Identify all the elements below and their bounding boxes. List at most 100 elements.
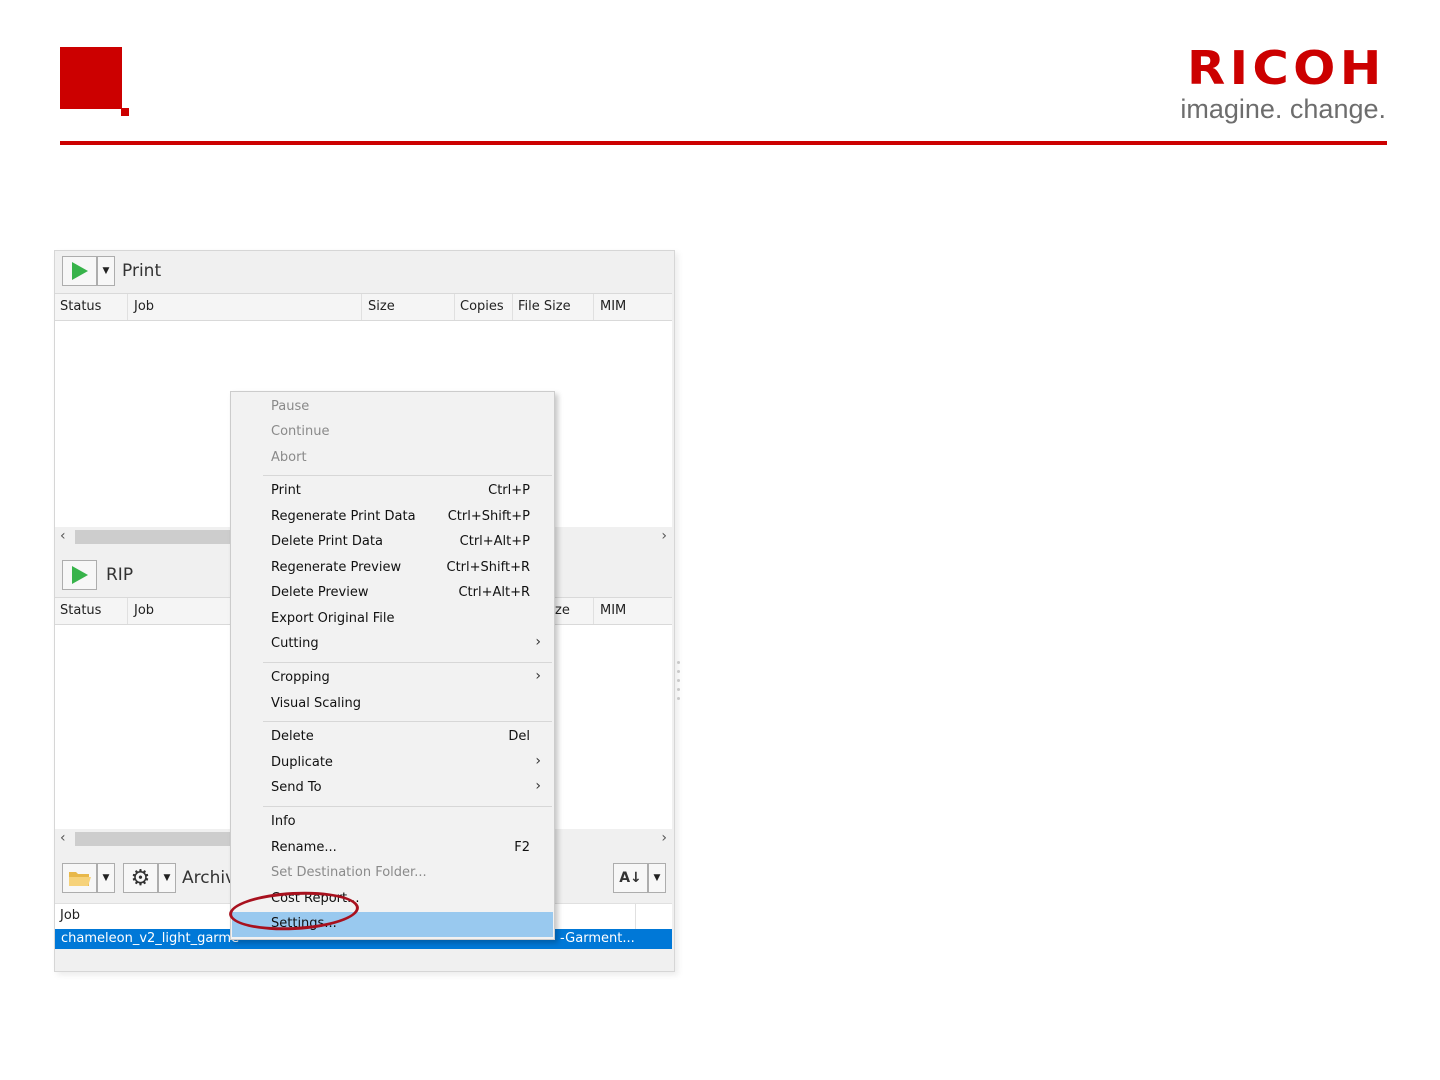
- column-status[interactable]: Status: [60, 603, 101, 618]
- menu-item-label: Export Original File: [271, 611, 395, 626]
- chevron-right-icon: ›: [535, 668, 541, 684]
- column-divider[interactable]: [593, 294, 594, 320]
- menu-item-shortcut: Ctrl+Shift+R: [446, 560, 531, 575]
- rip-panel-title: RIP: [106, 565, 134, 585]
- menu-item-cutting[interactable]: Cutting ›: [232, 632, 553, 657]
- menu-item-pause: Pause: [232, 395, 553, 420]
- logo-wordmark: RICOH: [1187, 41, 1386, 95]
- scroll-right-icon[interactable]: ›: [661, 528, 667, 544]
- context-menu: Pause Continue Abort Print Ctrl+P Regener…: [230, 391, 555, 940]
- menu-item-shortcut: Del: [508, 729, 530, 744]
- menu-item-print[interactable]: Print Ctrl+P: [232, 479, 553, 504]
- menu-item-shortcut: Ctrl+P: [488, 483, 530, 498]
- menu-item-label: Cutting: [271, 636, 319, 651]
- menu-item-label: Delete: [271, 729, 314, 744]
- settings-gear-dropdown[interactable]: ▼: [158, 863, 176, 893]
- column-mim[interactable]: MIM: [600, 299, 626, 314]
- column-job[interactable]: Job: [60, 908, 80, 923]
- menu-item-duplicate[interactable]: Duplicate ›: [232, 751, 553, 776]
- menu-item-shortcut: Ctrl+Shift+P: [447, 509, 530, 524]
- menu-separator: [263, 721, 552, 722]
- menu-item-continue: Continue: [232, 420, 553, 445]
- chevron-right-icon: ›: [535, 778, 541, 794]
- column-file-size[interactable]: File Size: [518, 299, 571, 314]
- menu-item-visual-scaling[interactable]: Visual Scaling: [232, 692, 553, 717]
- column-divider[interactable]: [361, 294, 362, 320]
- archive-panel-title: Archiv: [182, 868, 236, 888]
- menu-item-abort: Abort: [232, 446, 553, 471]
- menu-item-label: Regenerate Preview: [271, 560, 402, 575]
- splitter-grip-dot[interactable]: [677, 670, 680, 673]
- print-column-header: Status Job Size Copies File Size MIM: [55, 293, 672, 321]
- sort-az-icon: A↓: [619, 870, 642, 886]
- menu-item-label: Set Destination Folder...: [271, 865, 427, 880]
- gear-icon: ⚙: [130, 865, 151, 891]
- menu-item-delete-preview[interactable]: Delete Preview Ctrl+Alt+R: [232, 581, 553, 606]
- menu-item-regenerate-print-data[interactable]: Regenerate Print Data Ctrl+Shift+P: [232, 505, 553, 530]
- menu-item-export-original-file[interactable]: Export Original File: [232, 607, 553, 632]
- scroll-left-icon[interactable]: ‹: [60, 830, 66, 846]
- column-copies[interactable]: Copies: [460, 299, 504, 314]
- menu-item-label: Info: [271, 814, 296, 829]
- open-folder-button[interactable]: [62, 863, 97, 893]
- ricoh-logo: RICOH imagine. change.: [1180, 44, 1386, 124]
- column-job[interactable]: Job: [134, 299, 154, 314]
- menu-item-label: Visual Scaling: [271, 696, 362, 711]
- row-media-name: -Garment...: [560, 931, 635, 946]
- menu-item-shortcut: F2: [514, 840, 530, 855]
- menu-item-cropping[interactable]: Cropping ›: [232, 666, 553, 691]
- splitter-grip-dot[interactable]: [677, 661, 680, 664]
- play-icon: [71, 566, 88, 584]
- menu-item-shortcut: Ctrl+Alt+P: [459, 534, 530, 549]
- sort-dropdown[interactable]: ▼: [648, 863, 666, 893]
- sort-button[interactable]: A↓: [613, 863, 648, 893]
- slide-red-dot: [121, 108, 129, 116]
- column-divider[interactable]: [635, 904, 636, 930]
- menu-item-label: Delete Print Data: [271, 534, 383, 549]
- play-icon: [71, 262, 88, 280]
- scroll-right-icon[interactable]: ›: [661, 830, 667, 846]
- chevron-right-icon: ›: [535, 753, 541, 769]
- menu-item-shortcut: Ctrl+Alt+R: [458, 585, 530, 600]
- menu-item-info[interactable]: Info: [232, 810, 553, 835]
- column-size-partial[interactable]: ze: [555, 603, 570, 618]
- menu-item-label: Regenerate Print Data: [271, 509, 416, 524]
- menu-item-label: Continue: [271, 424, 330, 439]
- column-divider[interactable]: [593, 598, 594, 624]
- caret-down-icon: ▼: [102, 873, 110, 883]
- column-divider[interactable]: [127, 294, 128, 320]
- menu-item-rename[interactable]: Rename... F2: [232, 836, 553, 861]
- column-divider[interactable]: [127, 598, 128, 624]
- print-start-button[interactable]: [62, 256, 97, 286]
- menu-item-label: Delete Preview: [271, 585, 369, 600]
- menu-item-label: Rename...: [271, 840, 337, 855]
- menu-item-delete-print-data[interactable]: Delete Print Data Ctrl+Alt+P: [232, 530, 553, 555]
- splitter-grip-dot[interactable]: [677, 688, 680, 691]
- menu-item-regenerate-preview[interactable]: Regenerate Preview Ctrl+Shift+R: [232, 556, 553, 581]
- print-start-dropdown[interactable]: ▼: [97, 256, 115, 286]
- row-job-name: chameleon_v2_light_garme: [61, 931, 240, 946]
- scroll-left-icon[interactable]: ‹: [60, 528, 66, 544]
- caret-down-icon: ▼: [653, 873, 661, 883]
- column-status[interactable]: Status: [60, 299, 101, 314]
- menu-item-send-to[interactable]: Send To ›: [232, 776, 553, 801]
- column-divider[interactable]: [454, 294, 455, 320]
- column-job[interactable]: Job: [134, 603, 154, 618]
- scrollbar-thumb[interactable]: [75, 832, 233, 846]
- open-folder-dropdown[interactable]: ▼: [97, 863, 115, 893]
- menu-item-label: Send To: [271, 780, 322, 795]
- print-panel-title: Print: [122, 261, 162, 281]
- rip-start-button[interactable]: [62, 560, 97, 590]
- header-divider: [60, 141, 1387, 145]
- menu-item-label: Abort: [271, 450, 307, 465]
- menu-item-delete[interactable]: Delete Del: [232, 725, 553, 750]
- menu-item-label: Pause: [271, 399, 310, 414]
- splitter-grip-dot[interactable]: [677, 679, 680, 682]
- caret-down-icon: ▼: [102, 266, 110, 276]
- splitter-grip-dot[interactable]: [677, 697, 680, 700]
- column-size[interactable]: Size: [368, 299, 395, 314]
- column-mim[interactable]: MIM: [600, 603, 626, 618]
- settings-gear-button[interactable]: ⚙: [123, 863, 158, 893]
- column-divider[interactable]: [512, 294, 513, 320]
- scrollbar-thumb[interactable]: [75, 530, 233, 544]
